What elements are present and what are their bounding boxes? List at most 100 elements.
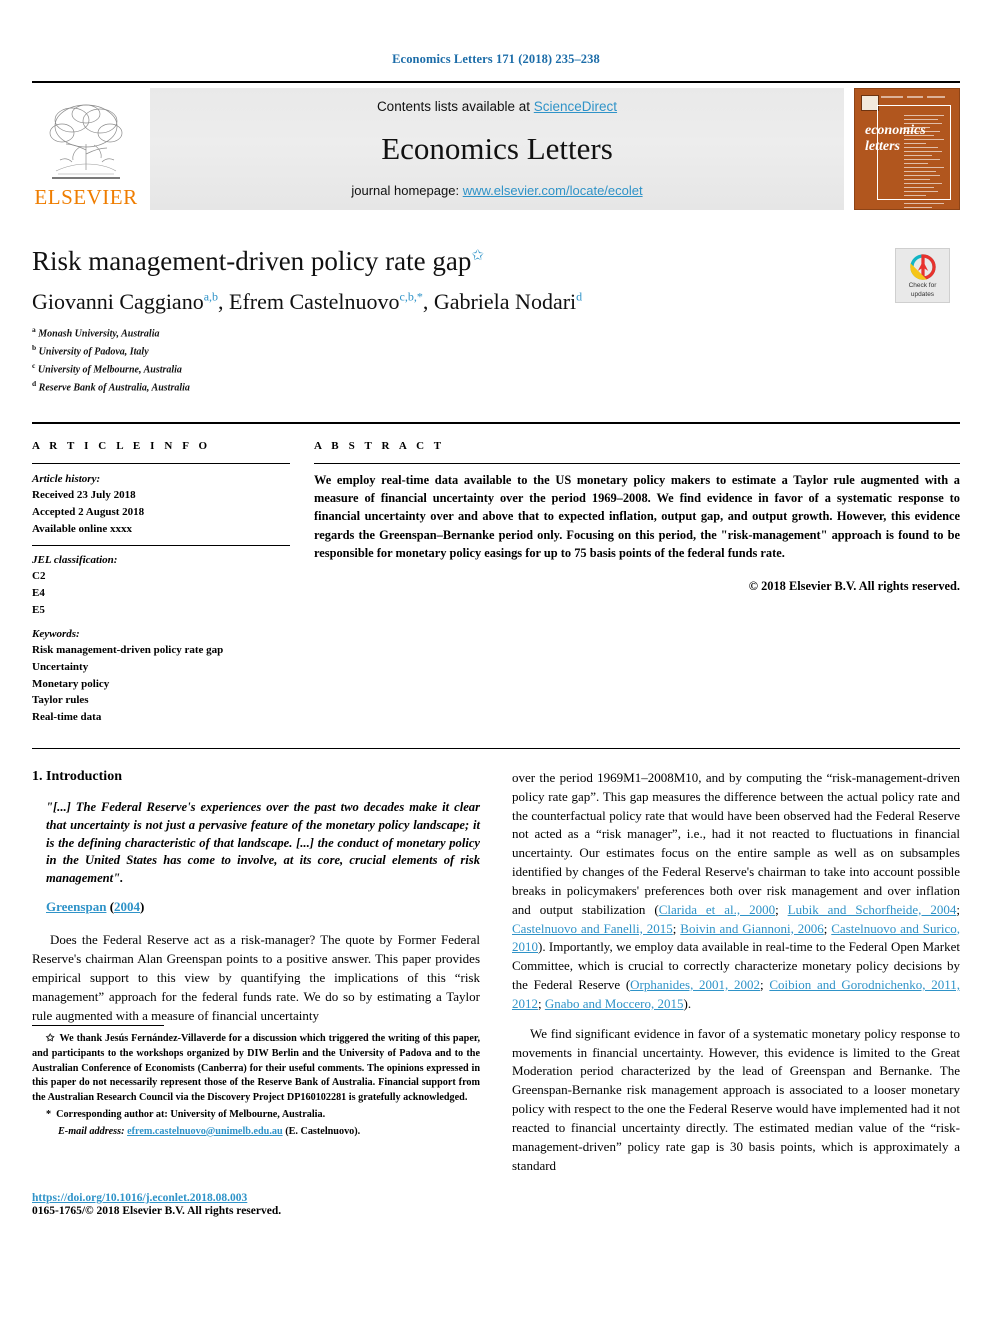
abstract-column: A B S T R A C T We employ real-time data… (310, 440, 960, 726)
article-history-item: Available online xxxx (32, 522, 133, 535)
affiliation-mark: c (32, 361, 36, 371)
keywords-block: Keywords: Risk management-driven policy … (32, 626, 290, 726)
footnote-area: ✩ We thank Jesús Fernández-Villaverde for… (32, 1025, 480, 1141)
citation-link-clarida[interactable]: Clarida et al., 2000 (659, 902, 775, 917)
footnote-rule (32, 1025, 164, 1026)
keyword-item: Real-time data (32, 711, 102, 724)
jel-code: E5 (32, 603, 45, 616)
author-3: , Gabriela Nodari (422, 289, 577, 315)
abstract-copyright: © 2018 Elsevier B.V. All rights reserved… (748, 578, 960, 593)
jel-code: C2 (32, 570, 46, 583)
journal-banner: Contents lists available at ScienceDirec… (150, 88, 844, 210)
jel-code: E4 (32, 587, 45, 600)
left-paragraph-1: Does the Federal Reserve act as a risk-m… (32, 932, 480, 1023)
citation-link-castelnuovo-fanelli[interactable]: Castelnuovo and Fanelli, 2015 (512, 921, 673, 936)
homepage-prefix: journal homepage: (351, 183, 463, 198)
footnote-acknowledgement-text: We thank Jesús Fernández-Villaverde for … (32, 1033, 480, 1104)
abstract-text: We employ real-time data available to th… (314, 472, 960, 561)
issn-copyright-line: 0165-1765/© 2018 Elsevier B.V. All right… (32, 1205, 282, 1217)
cover-wordmark-line1: economics (865, 123, 926, 138)
crossmark-line-1: Check for (908, 282, 937, 290)
abstract-rule (314, 462, 960, 464)
citation-sep: ; (760, 977, 770, 993)
affiliation-mark: a (32, 325, 36, 335)
quote-citation-year-link[interactable]: 2004 (114, 899, 140, 914)
footnote-corresponding-author: * Corresponding author at: University of … (32, 1108, 480, 1123)
footnote-star-mark: ✩ (46, 1033, 55, 1044)
contents-prefix: Contents lists available at (376, 99, 534, 114)
masthead: ELSEVIER Contents lists available at Sci… (32, 88, 960, 304)
affiliation-text: University of Padova, Italy (38, 346, 149, 358)
abstract-heading: A B S T R A C T (314, 439, 445, 452)
cover-top-rules (881, 96, 949, 99)
keyword-item: Risk management-driven policy rate gap (32, 644, 224, 657)
elsevier-wordmark: ELSEVIER (34, 185, 138, 209)
page-title-text: Risk management-driven policy rate gap (32, 246, 472, 276)
journal-homepage-link[interactable]: www.elsevier.com/locate/ecolet (463, 183, 643, 198)
body-top-rule (32, 747, 960, 749)
elsevier-logo: ELSEVIER (32, 88, 140, 210)
crossmark-label: Check for updates (909, 282, 937, 298)
quote-citation: Greenspan (2004) (46, 899, 145, 915)
info-abstract-section: A R T I C L E I N F O Article history: R… (32, 421, 960, 726)
footnote-asterisk-mark: * (46, 1108, 52, 1120)
jel-label: JEL classification: (32, 553, 118, 566)
article-history-item: Accepted 2 August 2018 (32, 506, 145, 519)
citation-link-gnabo[interactable]: Gnabo and Moccero, 2015 (545, 996, 684, 1011)
sciencedirect-link[interactable]: ScienceDirect (534, 99, 617, 114)
author-2: , Efrem Castelnuovo (218, 289, 400, 315)
crossmark-badge[interactable]: Check for updates (895, 248, 950, 303)
right-paragraph-2: We find significant evidence in favor of… (512, 1025, 960, 1173)
footnote-email: E-mail address: efrem.castelnuovo@unimel… (32, 1125, 480, 1140)
author-list: Giovanni Caggianoa,b, Efrem Castelnuovoc… (32, 289, 960, 315)
article-info-divider (32, 544, 290, 546)
article-info-rule (32, 462, 290, 464)
footnote-email-label: E-mail address: (58, 1125, 125, 1137)
contents-lists-line: Contents lists available at ScienceDirec… (377, 99, 617, 114)
affiliation-mark: d (32, 378, 37, 388)
citation-sep: ; (956, 901, 960, 917)
footnote-corresponding-text: Corresponding author at: University of M… (56, 1108, 326, 1120)
doi-link[interactable]: https://doi.org/10.1016/j.econlet.2018.0… (32, 1192, 492, 1204)
right-paragraph-1: over the period 1969M1–2008M10, and by c… (512, 769, 960, 1014)
keyword-item: Monetary policy (32, 677, 110, 690)
affiliation-item: a Monash University, Australia (32, 324, 960, 342)
body-column-right: over the period 1969M1–2008M10, and by c… (512, 769, 960, 1187)
author-2-affiliation-marks: c,b,* (399, 289, 423, 304)
affiliation-item: c University of Melbourne, Australia (32, 360, 960, 378)
jel-classification-block: JEL classification: C2 E4 E5 (32, 552, 290, 619)
footnote-acknowledgement: ✩ We thank Jesús Fernández-Villaverde for… (32, 1032, 480, 1106)
section-heading-introduction: 1. Introduction (32, 768, 122, 784)
author-1: Giovanni Caggiano (32, 289, 204, 315)
keywords-label: Keywords: (32, 627, 80, 640)
article-history-label: Article history: (32, 472, 101, 485)
quote-citation-author-link[interactable]: Greenspan (46, 899, 106, 914)
affiliation-text: Reserve Bank of Australia, Australia (38, 382, 190, 394)
footnote-email-suffix: (E. Castelnuovo). (285, 1125, 361, 1137)
affiliation-list: a Monash University, Australia b Univers… (32, 324, 960, 395)
affiliation-text: Monash University, Australia (38, 328, 160, 340)
article-info-column: A R T I C L E I N F O Article history: R… (32, 440, 310, 726)
citation-link-boivin[interactable]: Boivin and Giannoni, 2006 (680, 921, 823, 936)
title-block: Risk management-driven policy rate gap✩ … (32, 246, 960, 396)
elsevier-tree-icon (49, 104, 123, 179)
citation-link-lubik[interactable]: Lubik and Schorfheide, 2004 (788, 902, 957, 917)
crossmark-line-2: updates (910, 290, 935, 298)
journal-homepage-line: journal homepage: www.elsevier.com/locat… (351, 183, 642, 198)
footer-block: https://doi.org/10.1016/j.econlet.2018.0… (32, 1192, 492, 1217)
running-head: Economics Letters 171 (2018) 235–238 (392, 52, 600, 66)
journal-title: Economics Letters (381, 131, 613, 166)
citation-link-orphanides[interactable]: Orphanides, 2001, 2002 (630, 977, 760, 992)
author-1-affiliation-marks: a,b (203, 289, 219, 304)
journal-cover-thumbnail: economics letters (854, 88, 960, 304)
right-paragraph-1-part-a: over the period 1969M1–2008M10, and by c… (512, 769, 960, 917)
citation-sep: ; (775, 901, 788, 917)
keyword-item: Taylor rules (32, 694, 89, 707)
keyword-item: Uncertainty (32, 660, 89, 673)
page-title: Risk management-driven policy rate gap✩ (32, 246, 960, 277)
footnote-email-link[interactable]: efrem.castelnuovo@unimelb.edu.au (127, 1126, 283, 1137)
crossmark-icon (909, 254, 936, 281)
affiliation-mark: b (32, 343, 37, 353)
cover-wordmark-line2: letters (865, 138, 900, 154)
article-info-heading: A R T I C L E I N F O (32, 439, 211, 452)
